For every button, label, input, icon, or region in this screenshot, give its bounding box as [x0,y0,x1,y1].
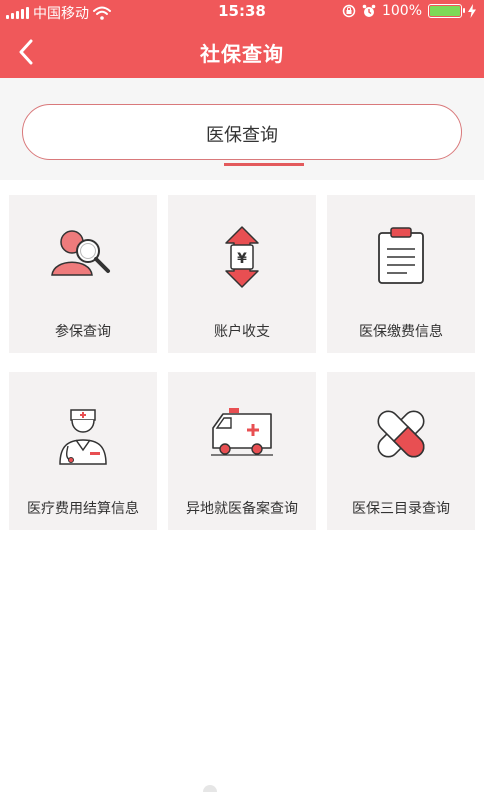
status-right: 100% [342,3,476,19]
account-flow-icon: ¥ [225,226,259,288]
segment-area: 医保查询 [0,78,484,180]
nav-bar: 社保查询 [0,26,484,78]
app-screen: 中国移动 15:38 100% 社保查询 医保查询 参保查询 ¥ 账户收支 医保… [0,0,484,792]
user-search-icon [51,230,110,276]
home-indicator [203,785,217,792]
page-title: 社保查询 [200,42,284,66]
charging-icon [468,4,476,18]
tile-payment-info[interactable]: 医保缴费信息 [327,195,475,353]
doctor-icon [59,409,107,465]
screen-lock-icon [342,4,356,18]
ambulance-icon [211,408,273,456]
tab-medical-insurance[interactable]: 医保查询 [22,104,462,166]
tile-account-flow[interactable]: ¥ 账户收支 [168,195,316,353]
tile-label: 医保缴费信息 [359,324,443,340]
pill-capsule-icon [377,410,425,458]
segment-indicator [224,163,304,166]
battery-icon [428,4,465,18]
segment-label: 医保查询 [206,125,278,146]
tile-offsite-record[interactable]: 异地就医备案查询 [168,372,316,530]
tile-label: 异地就医备案查询 [186,501,298,517]
svg-text:¥: ¥ [237,251,247,267]
alarm-icon [362,4,376,17]
tile-label: 参保查询 [55,324,111,340]
tile-catalog-query[interactable]: 医保三目录查询 [327,372,475,530]
service-grid: 参保查询 ¥ 账户收支 医保缴费信息 医疗费用结算信息 异地就医备案查询 医保三… [0,180,484,550]
status-bar: 中国移动 15:38 100% [0,0,484,24]
header: 中国移动 15:38 100% 社保查询 [0,0,484,78]
clipboard-icon [378,227,424,284]
tile-settlement-info[interactable]: 医疗费用结算信息 [9,372,157,530]
battery-level-fill [430,6,460,16]
tile-label: 账户收支 [214,324,270,340]
tile-label: 医保三目录查询 [352,501,450,517]
tile-label: 医疗费用结算信息 [27,501,139,517]
tile-insured-query[interactable]: 参保查询 [9,195,157,353]
empty-area [0,550,484,792]
battery-percent: 100% [381,3,422,19]
